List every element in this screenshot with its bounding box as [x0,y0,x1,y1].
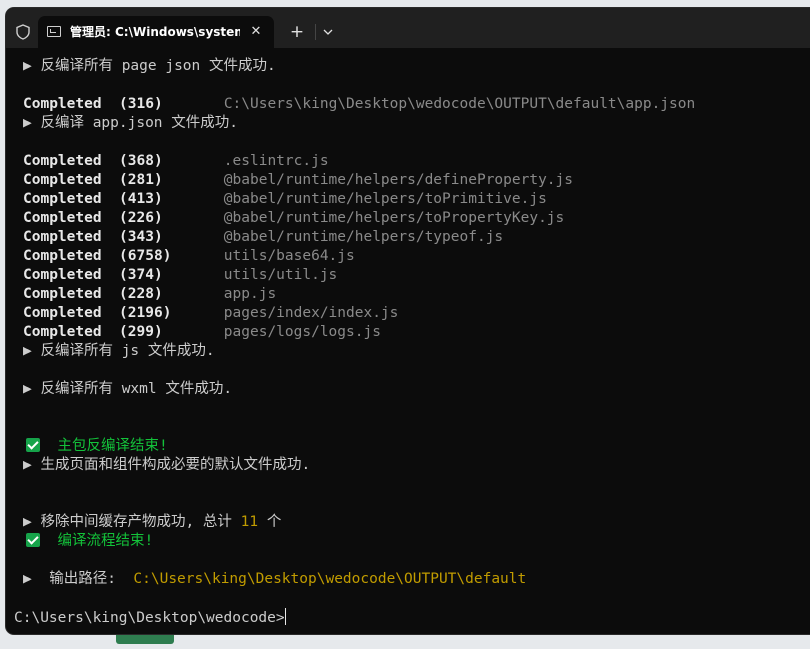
output-line: ▶ 反编译所有 js 文件成功. [23,343,215,359]
file-row: Completed (281) @babel/runtime/helpers/d… [23,172,573,188]
terminal-icon [47,26,61,37]
output-line: ▶ 反编译所有 wxml 文件成功. [23,381,233,397]
tab-terminal[interactable]: 管理员: C:\Windows\system3 ✕ [38,16,274,48]
file-row: Completed (2196) pages/index/index.js [23,305,399,321]
output-line: ▶ 生成页面和组件构成必要的默认文件成功. [23,457,311,473]
check-icon [26,533,40,547]
chevron-down-icon[interactable] [319,22,337,42]
shield-icon [16,24,30,40]
terminal-window: 管理员: C:\Windows\system3 ✕ + ▶ 反编译所有 page… [6,8,810,634]
title-bar: 管理员: C:\Windows\system3 ✕ + [6,8,810,48]
file-row: Completed (228) app.js [23,286,277,302]
close-tab-button[interactable]: ✕ [248,24,264,40]
divider [315,24,316,40]
output-line: 主包反编译结束! [26,437,168,456]
terminal-output[interactable]: ▶ 反编译所有 page json 文件成功. Completed (316) … [6,48,810,634]
file-row: Completed (413) @babel/runtime/helpers/t… [23,191,547,207]
file-row: Completed (374) utils/util.js [23,267,338,283]
output-line: ▶ 反编译 app.json 文件成功. [23,115,238,131]
check-icon [26,438,40,452]
output-line: Completed (316) C:\Users\king\Desktop\we… [23,96,696,112]
output-line: 编译流程结束! [26,532,153,551]
output-line: ▶ 输出路径: C:\Users\king\Desktop\wedocode\O… [23,571,527,587]
file-row: Completed (299) pages/logs/logs.js [23,324,381,340]
command-prompt[interactable]: C:\Users\king\Desktop\wedocode> [14,608,286,627]
file-row: Completed (343) @babel/runtime/helpers/t… [23,229,504,245]
file-row: Completed (6758) utils/base64.js [23,248,355,264]
output-line: ▶ 移除中间缓存产物成功, 总计 11 个 [23,514,282,530]
text-cursor [284,608,286,625]
file-row: Completed (226) @babel/runtime/helpers/t… [23,210,565,226]
new-tab-button[interactable]: + [286,22,308,42]
tab-title: 管理员: C:\Windows\system3 [70,25,240,39]
output-line: ▶ 反编译所有 page json 文件成功. [23,58,276,74]
file-row: Completed (368) .eslintrc.js [23,153,329,169]
